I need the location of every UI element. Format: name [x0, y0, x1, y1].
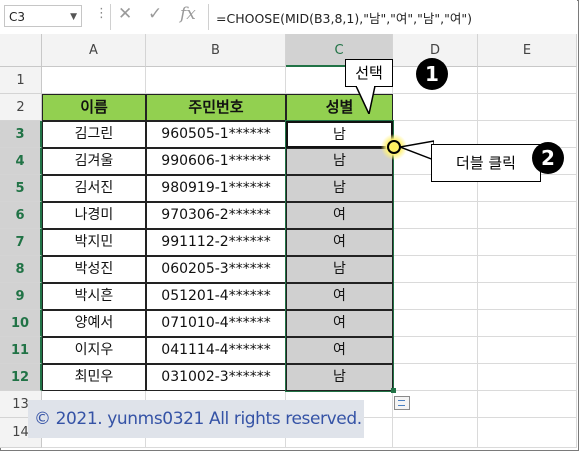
gender-cell[interactable]: 여 — [286, 229, 393, 256]
gender-cell[interactable]: 여 — [286, 310, 393, 337]
row-header-2[interactable]: 2 — [0, 94, 42, 121]
name-cell[interactable]: 박지민 — [42, 229, 146, 256]
grid-cell[interactable] — [42, 67, 146, 94]
row-header-6[interactable]: 6 — [0, 202, 42, 229]
grid-cell[interactable] — [146, 67, 286, 94]
grid-cell[interactable] — [393, 229, 478, 256]
callout-dblclick-pointer — [400, 140, 434, 161]
name-cell[interactable]: 양예서 — [42, 310, 146, 337]
column-header-e[interactable]: E — [478, 34, 577, 67]
callout-select: 선택 — [345, 59, 393, 87]
insert-function-icon[interactable]: fx — [180, 4, 196, 24]
name-box-value: C3 — [9, 10, 26, 24]
divider — [208, 4, 209, 30]
grid-cell[interactable] — [478, 364, 577, 391]
id-number-cell[interactable]: 960505-1****** — [146, 121, 286, 148]
callout-dblclick-label: 더블 클릭 — [456, 154, 516, 172]
gender-cell[interactable]: 남 — [286, 256, 393, 283]
id-number-cell[interactable]: 990606-1****** — [146, 148, 286, 175]
grid-cell[interactable] — [393, 418, 478, 448]
gender-cell[interactable]: 남 — [286, 148, 393, 175]
grid-cell[interactable] — [478, 391, 577, 418]
row-header-3[interactable]: 3 — [0, 121, 42, 148]
gender-cell[interactable]: 여 — [286, 337, 393, 364]
id-number-cell[interactable]: 071010-4****** — [146, 310, 286, 337]
row-header-12[interactable]: 12 — [0, 364, 42, 391]
copyright-watermark: © 2021. yunms0321 All rights reserved. — [28, 400, 364, 438]
row-header-4[interactable]: 4 — [0, 148, 42, 175]
cancel-icon[interactable]: ✕ — [118, 4, 132, 24]
grid-cell[interactable] — [478, 310, 577, 337]
id-number-cell[interactable]: 051201-4****** — [146, 283, 286, 310]
grid-cell[interactable] — [393, 337, 478, 364]
enter-icon[interactable]: ✓ — [148, 4, 162, 24]
callout-double-click: 더블 클릭 — [431, 144, 541, 182]
name-cell[interactable]: 김겨울 — [42, 148, 146, 175]
grid-cell[interactable] — [393, 202, 478, 229]
row-header-1[interactable]: 1 — [0, 67, 42, 94]
row-header-11[interactable]: 11 — [0, 337, 42, 364]
grid-cell[interactable] — [478, 202, 577, 229]
id-number-cell[interactable]: 980919-1****** — [146, 175, 286, 202]
name-cell[interactable]: 최민우 — [42, 364, 146, 391]
divider — [110, 4, 111, 30]
grid-cell[interactable] — [393, 310, 478, 337]
name-cell[interactable]: 김그린 — [42, 121, 146, 148]
row-header-8[interactable]: 8 — [0, 256, 42, 283]
callout-select-pointer — [355, 86, 376, 114]
grid-cell[interactable] — [478, 418, 577, 448]
worksheet-grid: A B C D E 1 2 3 4 5 6 7 8 9 10 11 12 13 14 이름 주민번호 성별 김그린 96050… — [0, 34, 577, 449]
grid-cell[interactable] — [393, 283, 478, 310]
row-header-10[interactable]: 10 — [0, 310, 42, 337]
id-number-cell[interactable]: 060205-3****** — [146, 256, 286, 283]
table-header-cell[interactable]: 주민번호 — [146, 94, 286, 121]
formula-bar: C3 ▼ ⋮ ✕ ✓ fx =CHOOSE(MID(B3,8,1),"남","여… — [0, 0, 577, 35]
grid-cell[interactable] — [478, 67, 577, 94]
grid-cell[interactable] — [478, 229, 577, 256]
row-header-5[interactable]: 5 — [0, 175, 42, 202]
name-cell[interactable]: 나경미 — [42, 202, 146, 229]
id-number-cell[interactable]: 031002-3****** — [146, 364, 286, 391]
table-header-cell[interactable]: 이름 — [42, 94, 146, 121]
grid-cell[interactable] — [393, 364, 478, 391]
callout-select-label: 선택 — [355, 64, 383, 82]
formula-input[interactable]: =CHOOSE(MID(B3,8,1),"남","여","남","여") — [216, 8, 472, 27]
step-1-badge: 1 — [416, 58, 448, 90]
grid-cell[interactable] — [393, 256, 478, 283]
gender-cell[interactable]: 남 — [286, 121, 393, 148]
gender-cell[interactable]: 여 — [286, 283, 393, 310]
fill-handle[interactable] — [391, 388, 396, 393]
column-header-b[interactable]: B — [146, 34, 286, 67]
auto-fill-options-icon[interactable] — [394, 396, 410, 410]
grid-cell[interactable] — [478, 283, 577, 310]
select-all-corner[interactable] — [0, 34, 42, 67]
fill-handle-target-icon — [387, 140, 401, 154]
more-options-icon[interactable]: ⋮ — [95, 6, 108, 21]
grid-cell[interactable] — [478, 94, 577, 121]
grid-cell[interactable] — [478, 256, 577, 283]
name-cell[interactable]: 박시흔 — [42, 283, 146, 310]
id-number-cell[interactable]: 991112-2****** — [146, 229, 286, 256]
step-2-badge: 2 — [532, 142, 564, 174]
gender-cell[interactable]: 남 — [286, 364, 393, 391]
row-header-7[interactable]: 7 — [0, 229, 42, 256]
gender-cell[interactable]: 남 — [286, 175, 393, 202]
id-number-cell[interactable]: 970306-2****** — [146, 202, 286, 229]
name-box[interactable]: C3 ▼ — [4, 5, 82, 27]
grid-cell[interactable] — [478, 337, 577, 364]
column-header-a[interactable]: A — [42, 34, 146, 67]
name-cell[interactable]: 이지우 — [42, 337, 146, 364]
name-cell[interactable]: 박성진 — [42, 256, 146, 283]
grid-cell[interactable] — [393, 94, 478, 121]
gender-cell[interactable]: 여 — [286, 202, 393, 229]
name-cell[interactable]: 김서진 — [42, 175, 146, 202]
row-header-9[interactable]: 9 — [0, 283, 42, 310]
id-number-cell[interactable]: 041114-4****** — [146, 337, 286, 364]
chevron-down-icon[interactable]: ▼ — [70, 6, 77, 28]
